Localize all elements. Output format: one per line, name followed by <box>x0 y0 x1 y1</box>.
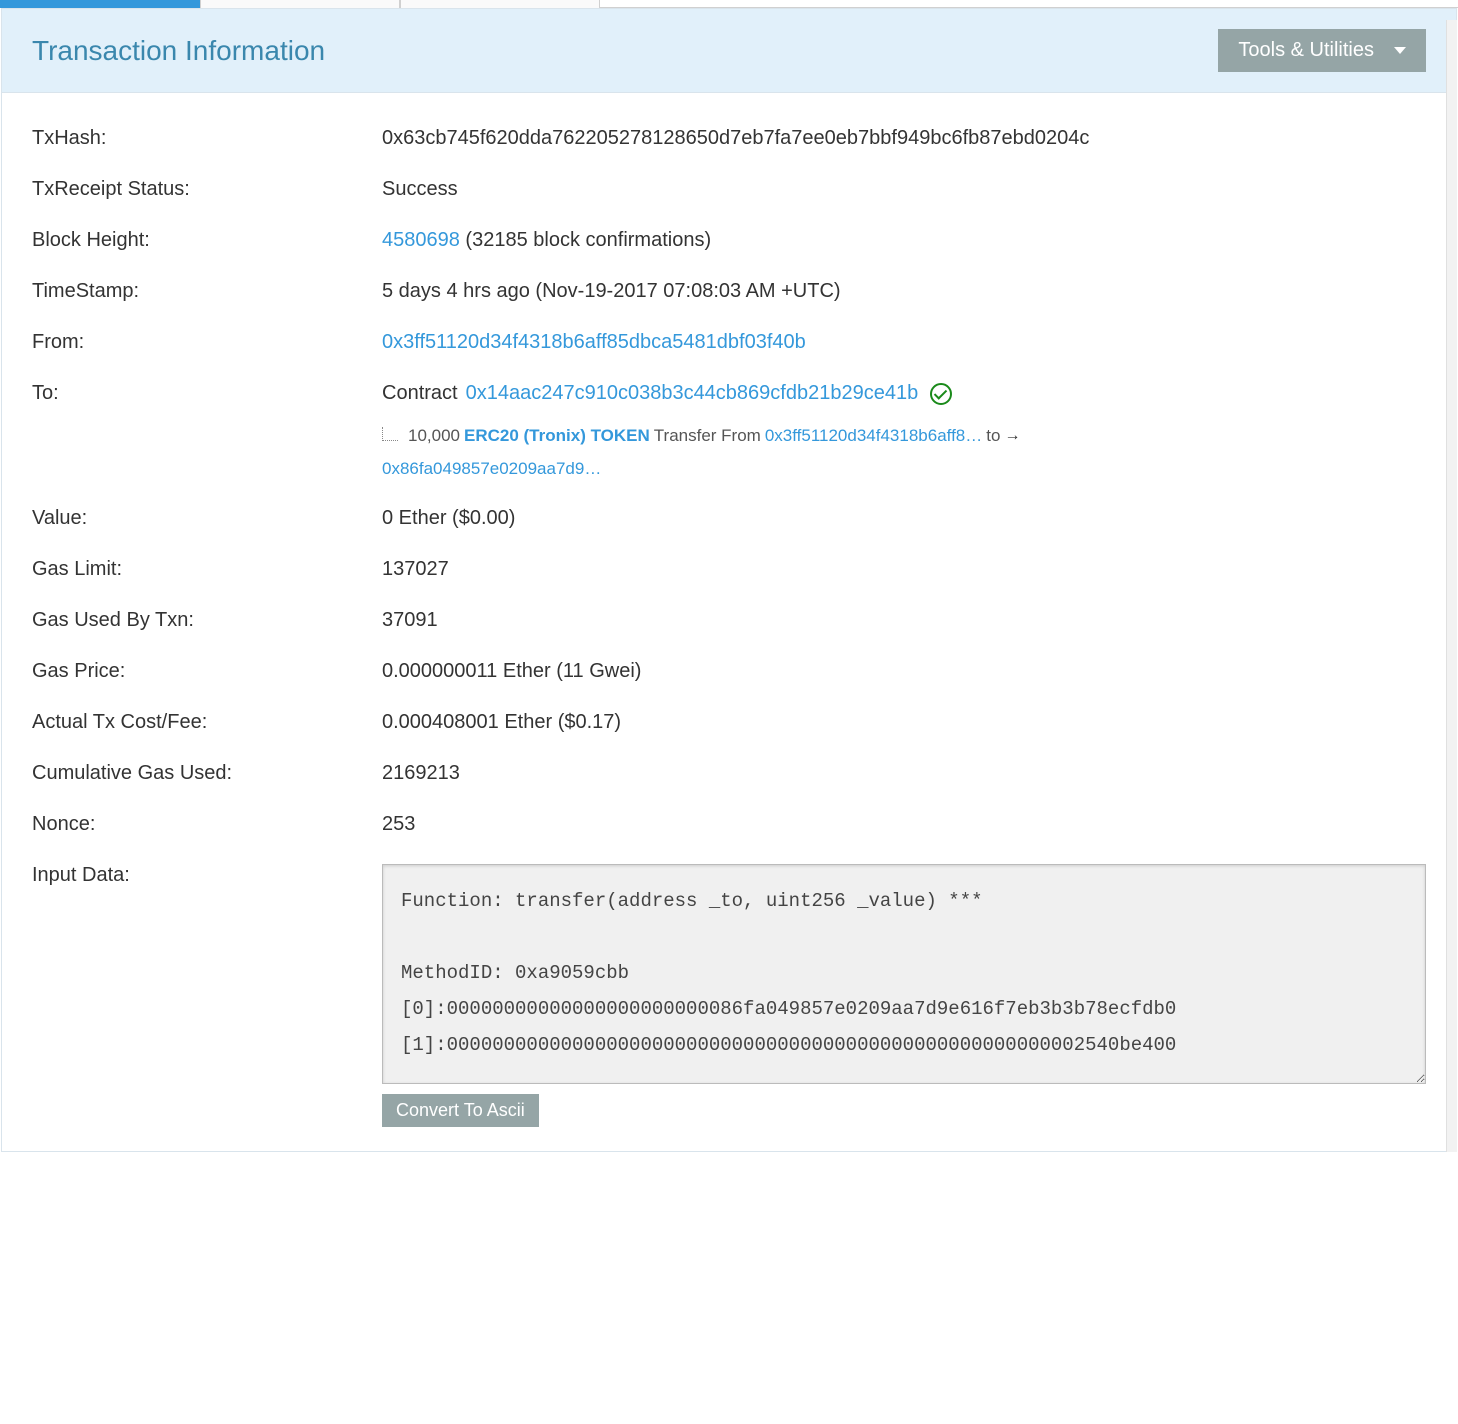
row-txhash: TxHash: 0x63cb745f620dda762205278128650d… <box>32 113 1426 164</box>
scrollbar-track[interactable] <box>1446 20 1457 1152</box>
row-timestamp: TimeStamp: 5 days 4 hrs ago (Nov-19-2017… <box>32 266 1426 317</box>
transfer-to-text: to <box>986 419 1000 453</box>
verified-check-icon <box>930 383 952 405</box>
value-txhash: 0x63cb745f620dda762205278128650d7eb7fa7e… <box>382 127 1426 150</box>
value-gasprice: 0.000000011 Ether (11 Gwei) <box>382 660 1426 683</box>
row-nonce: Nonce: 253 <box>32 799 1426 850</box>
value-gasused: 37091 <box>382 609 1426 632</box>
transaction-panel: Transaction Information Tools & Utilitie… <box>1 8 1457 1152</box>
row-gas-limit: Gas Limit: 137027 <box>32 544 1426 595</box>
tab-active[interactable] <box>0 0 200 8</box>
transfer-text: Transfer From <box>654 419 761 453</box>
caret-down-icon <box>1394 47 1406 54</box>
tab-inactive-2[interactable] <box>400 0 600 8</box>
row-gas-used: Gas Used By Txn: 37091 <box>32 595 1426 646</box>
label-gasused: Gas Used By Txn: <box>32 609 382 632</box>
row-to: To: Contract 0x14aac247c910c038b3c44cb86… <box>32 368 1426 493</box>
transfer-amount: 10,000 <box>408 419 460 453</box>
value-from: 0x3ff51120d34f4318b6aff85dbca5481dbf03f4… <box>382 331 1426 354</box>
label-cumgas: Cumulative Gas Used: <box>32 762 382 785</box>
tools-utilities-dropdown[interactable]: Tools & Utilities <box>1218 29 1426 72</box>
transfer-line: 10,000 ERC20 (Tronix) TOKEN Transfer Fro… <box>382 419 1426 453</box>
row-tx-cost: Actual Tx Cost/Fee: 0.000408001 Ether ($… <box>32 697 1426 748</box>
value-txcost: 0.000408001 Ether ($0.17) <box>382 711 1426 734</box>
value-block: 4580698 (32185 block confirmations) <box>382 229 1426 252</box>
row-input-data: Input Data: Convert To Ascii <box>32 850 1426 1141</box>
value-gaslimit: 137027 <box>382 558 1426 581</box>
value-receipt: Success <box>382 178 1426 201</box>
token-link[interactable]: ERC20 (Tronix) TOKEN <box>464 419 650 453</box>
value-cumgas: 2169213 <box>382 762 1426 785</box>
label-txhash: TxHash: <box>32 127 382 150</box>
row-gas-price: Gas Price: 0.000000011 Ether (11 Gwei) <box>32 646 1426 697</box>
transfer-from-link[interactable]: 0x3ff51120d34f4318b6aff8… <box>765 419 982 453</box>
transfer-to-link[interactable]: 0x86fa049857e0209aa7d9… <box>382 459 601 478</box>
label-block: Block Height: <box>32 229 382 252</box>
value-inputdata-wrap: Convert To Ascii <box>382 864 1426 1127</box>
tab-bar <box>0 0 1458 8</box>
label-timestamp: TimeStamp: <box>32 280 382 303</box>
label-value: Value: <box>32 507 382 530</box>
transfer-to-line: 0x86fa049857e0209aa7d9… <box>382 459 1426 479</box>
contract-prefix: Contract <box>382 382 458 405</box>
label-from: From: <box>32 331 382 354</box>
row-value: Value: 0 Ether ($0.00) <box>32 493 1426 544</box>
row-cumulative-gas: Cumulative Gas Used: 2169213 <box>32 748 1426 799</box>
panel-title: Transaction Information <box>32 35 325 67</box>
convert-to-ascii-button[interactable]: Convert To Ascii <box>382 1094 539 1127</box>
block-link[interactable]: 4580698 <box>382 229 460 251</box>
value-value: 0 Ether ($0.00) <box>382 507 1426 530</box>
input-data-textarea[interactable] <box>382 864 1426 1084</box>
label-gaslimit: Gas Limit: <box>32 558 382 581</box>
label-nonce: Nonce: <box>32 813 382 836</box>
value-nonce: 253 <box>382 813 1426 836</box>
contract-address-link[interactable]: 0x14aac247c910c038b3c44cb869cfdb21b29ce4… <box>466 382 919 405</box>
arrow-right-icon: → <box>1004 420 1020 452</box>
panel-header: Transaction Information Tools & Utilitie… <box>2 9 1456 93</box>
label-txcost: Actual Tx Cost/Fee: <box>32 711 382 734</box>
row-receipt-status: TxReceipt Status: Success <box>32 164 1426 215</box>
label-inputdata: Input Data: <box>32 864 382 887</box>
contract-line: Contract 0x14aac247c910c038b3c44cb869cfd… <box>382 382 1426 405</box>
panel-body: TxHash: 0x63cb745f620dda762205278128650d… <box>2 93 1456 1151</box>
block-confirmations: (32185 block confirmations) <box>460 229 711 251</box>
tree-branch-icon <box>382 427 398 441</box>
tab-inactive-1[interactable] <box>200 0 400 8</box>
label-to: To: <box>32 382 382 405</box>
from-address-link[interactable]: 0x3ff51120d34f4318b6aff85dbca5481dbf03f4… <box>382 331 806 353</box>
label-gasprice: Gas Price: <box>32 660 382 683</box>
tools-label: Tools & Utilities <box>1238 39 1374 62</box>
value-to: Contract 0x14aac247c910c038b3c44cb869cfd… <box>382 382 1426 479</box>
value-timestamp: 5 days 4 hrs ago (Nov-19-2017 07:08:03 A… <box>382 280 1426 303</box>
row-from: From: 0x3ff51120d34f4318b6aff85dbca5481d… <box>32 317 1426 368</box>
row-block-height: Block Height: 4580698 (32185 block confi… <box>32 215 1426 266</box>
label-receipt: TxReceipt Status: <box>32 178 382 201</box>
